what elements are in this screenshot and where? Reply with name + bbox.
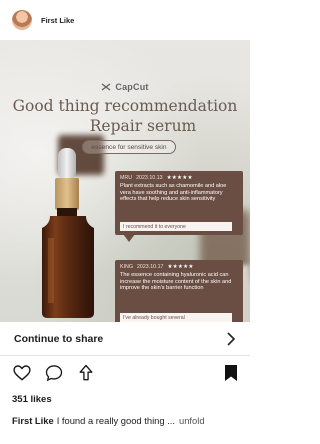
- post-image[interactable]: CapCut Good thing recommendation Repair …: [0, 40, 250, 322]
- heart-icon[interactable]: [12, 363, 32, 383]
- star-rating: ★★★★★: [167, 264, 194, 270]
- review-card: KING 2023.10.17 ★★★★★ The essence contai…: [115, 260, 243, 322]
- username[interactable]: First Like: [41, 16, 74, 25]
- continue-to-share-row[interactable]: Continue to share: [0, 322, 250, 356]
- post-caption: First Like I found a really good thing ..…: [12, 415, 244, 426]
- speech-tail: [123, 234, 135, 242]
- review-date: 2023.10.13: [136, 175, 163, 181]
- bookmark-icon[interactable]: [224, 364, 238, 382]
- logo-text: CapCut: [115, 82, 149, 92]
- likes-count[interactable]: 351 likes: [12, 394, 52, 405]
- review-header: KING 2023.10.17 ★★★★★: [120, 264, 238, 270]
- post-title-line1: Good thing recommendation: [12, 97, 238, 115]
- review-user: KING: [120, 264, 133, 270]
- review-tag: I've already bought several: [120, 313, 232, 322]
- review-text: Plant extracts such as chamomile and alo…: [120, 183, 227, 203]
- capcut-logo: CapCut: [0, 82, 250, 92]
- review-header: MRU 2023.10.13 ★★★★★: [120, 175, 238, 181]
- post-header: First Like: [0, 0, 250, 40]
- review-card: MRU 2023.10.13 ★★★★★ Plant extracts such…: [115, 171, 243, 242]
- avatar[interactable]: [12, 10, 32, 30]
- caption-text: I found a really good thing ...: [56, 415, 175, 426]
- post-title-line2: Repair serum: [89, 117, 197, 135]
- continue-label: Continue to share: [14, 332, 104, 345]
- star-rating: ★★★★★: [166, 175, 193, 181]
- unfold-link[interactable]: unfold: [179, 415, 205, 426]
- share-icon[interactable]: [76, 363, 96, 383]
- action-bar: [0, 356, 250, 390]
- chevron-right-icon[interactable]: [226, 331, 236, 346]
- review-user: MRU: [120, 175, 133, 181]
- capcut-icon: [101, 83, 111, 91]
- review-tag: I recommend it to everyone: [120, 222, 232, 231]
- comment-icon[interactable]: [44, 363, 64, 383]
- review-date: 2023.10.17: [136, 264, 164, 270]
- serum-bottle-image: [42, 148, 94, 318]
- caption-username[interactable]: First Like: [12, 415, 54, 426]
- review-text: The essence containing hyaluronic acid c…: [120, 272, 232, 292]
